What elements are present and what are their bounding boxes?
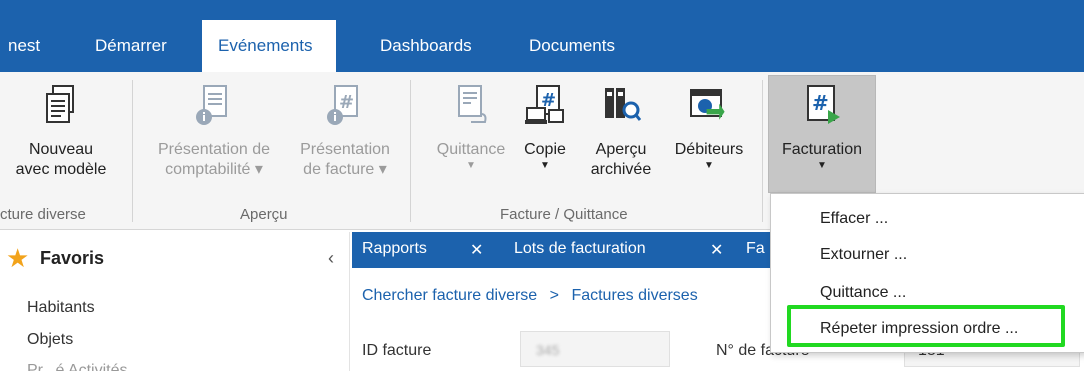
ribbon-separator bbox=[410, 80, 411, 222]
invoice-id-label: ID facture bbox=[362, 342, 432, 359]
menu-tab-documents[interactable]: Documents bbox=[529, 22, 615, 72]
nav-item-habitants[interactable]: Habitants bbox=[27, 299, 95, 317]
invoicing-button[interactable]: # Facturation ▼ bbox=[768, 84, 876, 172]
chevron-down-icon: ▼ bbox=[817, 160, 827, 171]
tab-factures[interactable]: Fa bbox=[746, 240, 765, 258]
breadcrumb: Chercher facture diverse > Factures dive… bbox=[362, 287, 698, 305]
new-with-template-line2: avec modèle bbox=[15, 161, 107, 178]
close-icon[interactable]: ✕ bbox=[710, 240, 723, 260]
group-label-facture-diverse: cture diverse bbox=[0, 206, 86, 223]
group-label-facture-quittance: Facture / Quittance bbox=[500, 206, 628, 223]
debtors-label: Débiteurs bbox=[674, 141, 744, 158]
nav-item-activites[interactable]: Pr...é Activités bbox=[27, 362, 127, 371]
invoice-presentation-line1: Présentation bbox=[300, 141, 390, 158]
accounting-presentation-line1: Présentation de bbox=[157, 141, 271, 158]
invoicing-label: Facturation bbox=[781, 141, 863, 158]
group-label-apercu: Aperçu bbox=[240, 206, 288, 223]
close-icon[interactable]: ✕ bbox=[470, 240, 483, 260]
chevron-down-icon: ▼ bbox=[540, 160, 550, 171]
menu-item-extourner[interactable]: Extourner ... bbox=[820, 246, 907, 264]
invoicing-hash-icon: # bbox=[768, 84, 876, 132]
receipt-label: Quittance bbox=[436, 141, 506, 158]
invoice-presentation-line2: de facture ▾ bbox=[303, 161, 387, 178]
menu-tab-dashboards[interactable]: Dashboards bbox=[380, 22, 472, 72]
ribbon-separator bbox=[762, 80, 763, 222]
accounting-presentation-button[interactable]: Présentation de comptabilité ▾ bbox=[140, 84, 288, 180]
archive-search-icon bbox=[578, 84, 664, 132]
collapse-panel-icon[interactable]: ‹ bbox=[328, 248, 334, 269]
chevron-down-icon: ▼ bbox=[704, 160, 714, 171]
tab-lots-de-facturation[interactable]: Lots de facturation bbox=[514, 240, 646, 258]
menu-item-quittance[interactable]: Quittance ... bbox=[820, 284, 906, 302]
nav-item-objets[interactable]: Objets bbox=[27, 331, 73, 349]
debtors-button[interactable]: Débiteurs ▼ bbox=[664, 84, 754, 172]
receipt-icon bbox=[434, 84, 508, 132]
menu-tab-demarrer[interactable]: Démarrer bbox=[95, 22, 167, 72]
menu-item-effacer[interactable]: Effacer ... bbox=[820, 210, 888, 228]
svg-text:#: # bbox=[812, 91, 829, 115]
debtors-icon bbox=[664, 84, 754, 132]
info-hash-document-icon: # bbox=[288, 84, 402, 132]
chevron-down-icon: ▼ bbox=[466, 160, 476, 171]
new-with-template-line1: Nouveau bbox=[28, 141, 94, 158]
tab-rapports[interactable]: Rapports bbox=[362, 240, 427, 258]
archived-preview-button[interactable]: Aperçu archivée bbox=[578, 84, 664, 180]
favorites-title: Favoris bbox=[40, 248, 105, 268]
receipt-button[interactable]: Quittance ▼ bbox=[434, 84, 508, 172]
breadcrumb-separator: > bbox=[549, 287, 559, 304]
new-document-icon bbox=[6, 84, 116, 132]
star-icon: ★ bbox=[6, 243, 30, 273]
info-document-icon bbox=[140, 84, 288, 132]
accounting-presentation-line2: comptabilité ▾ bbox=[165, 161, 263, 178]
breadcrumb-link-search[interactable]: Chercher facture diverse bbox=[362, 287, 537, 304]
ribbon-separator bbox=[132, 80, 133, 222]
copy-hash-icon: # bbox=[514, 84, 576, 132]
invoice-id-value: 345 bbox=[536, 342, 560, 358]
svg-text:#: # bbox=[339, 92, 354, 113]
archived-preview-line1: Aperçu bbox=[595, 141, 647, 158]
copy-button[interactable]: # Copie ▼ bbox=[514, 84, 576, 172]
menu-tab-nest[interactable]: nest bbox=[8, 22, 40, 72]
new-with-template-button[interactable]: Nouveau avec modèle bbox=[6, 84, 116, 180]
invoice-presentation-button[interactable]: # Présentation de facture ▾ bbox=[288, 84, 402, 180]
menu-tab-evenements[interactable]: Evénements bbox=[202, 20, 336, 74]
breadcrumb-link-factures[interactable]: Factures diverses bbox=[571, 287, 697, 304]
highlight-box bbox=[787, 305, 1065, 347]
archived-preview-line2: archivée bbox=[590, 161, 652, 178]
copy-label: Copie bbox=[524, 141, 566, 158]
